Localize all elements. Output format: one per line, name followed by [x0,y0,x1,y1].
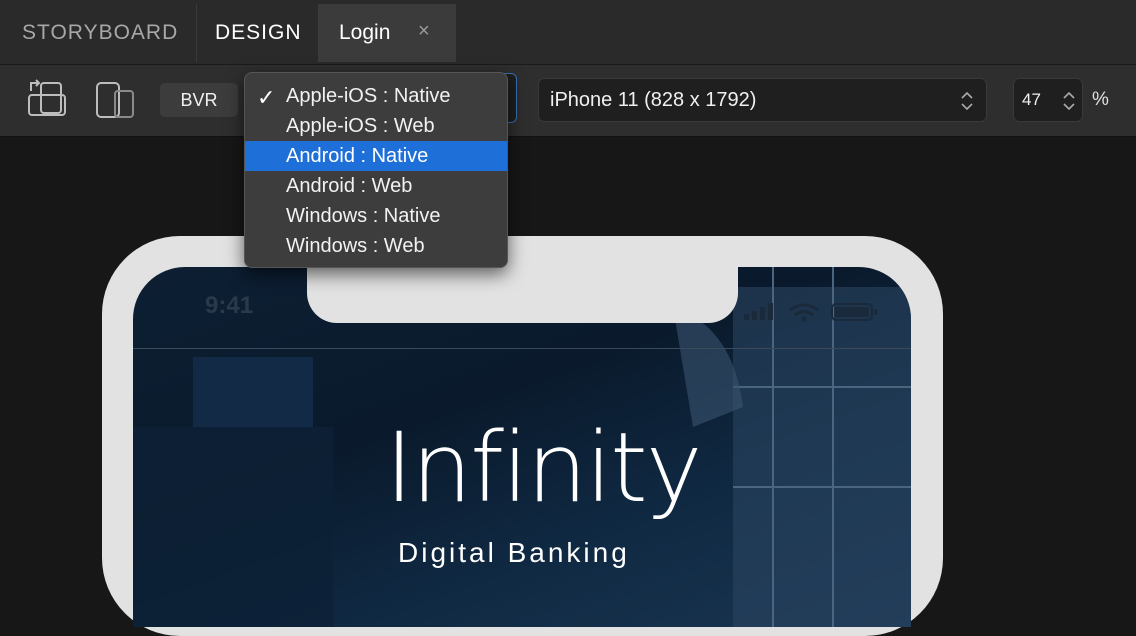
menu-item-windows-web[interactable]: Windows : Web [245,231,507,261]
tab-design[interactable]: DESIGN [215,4,302,62]
zoom-unit: % [1092,89,1109,110]
menu-item-android-native[interactable]: Android : Native [245,141,507,171]
menu-item-label: Android : Web [286,174,413,197]
menu-item-windows-native[interactable]: Windows : Native [245,201,507,231]
menu-item-apple-ios-native[interactable]: ✓ Apple-iOS : Native [245,81,507,111]
brand-tagline: Digital Banking [398,537,630,568]
phone-notch [307,260,738,323]
status-time: 9:41 [205,292,254,319]
platform-dropdown-menu: ✓ Apple-iOS : Native Apple-iOS : Web And… [244,72,508,268]
tab-login[interactable]: Login × [318,4,456,62]
device-preview-icon[interactable] [95,81,135,119]
close-icon[interactable]: × [418,20,430,43]
menu-item-label: Android : Native [286,144,429,167]
status-icons [744,303,877,322]
menu-item-label: Apple-iOS : Native [286,84,451,107]
device-select[interactable]: iPhone 11 (828 x 1792) [538,78,987,122]
menu-item-android-web[interactable]: Android : Web [245,171,507,201]
status-bar-divider [133,348,911,349]
menu-item-label: Windows : Web [286,234,425,257]
tab-login-label: Login [339,21,391,44]
zoom-stepper-icon[interactable] [1062,89,1076,113]
rotate-device-icon[interactable] [27,79,69,119]
device-select-value: iPhone 11 (828 x 1792) [550,88,757,111]
tab-bar: STORYBOARD DESIGN Login × [0,0,1136,65]
tab-storyboard[interactable]: STORYBOARD [22,4,178,62]
brand-logo: Infinity [385,412,703,524]
zoom-value: 47 [1022,90,1041,109]
menu-item-label: Windows : Native [286,204,441,227]
menu-item-apple-ios-web[interactable]: Apple-iOS : Web [245,111,507,141]
tab-divider [196,4,197,62]
checkmark-icon: ✓ [257,85,276,110]
zoom-input[interactable]: 47 [1013,78,1083,122]
chevron-updown-icon [961,91,973,111]
toolbar: BVR iPhone 11 (828 x 1792) 47 % [0,65,1136,137]
bvr-button[interactable]: BVR [160,83,238,117]
menu-item-label: Apple-iOS : Web [286,114,435,137]
